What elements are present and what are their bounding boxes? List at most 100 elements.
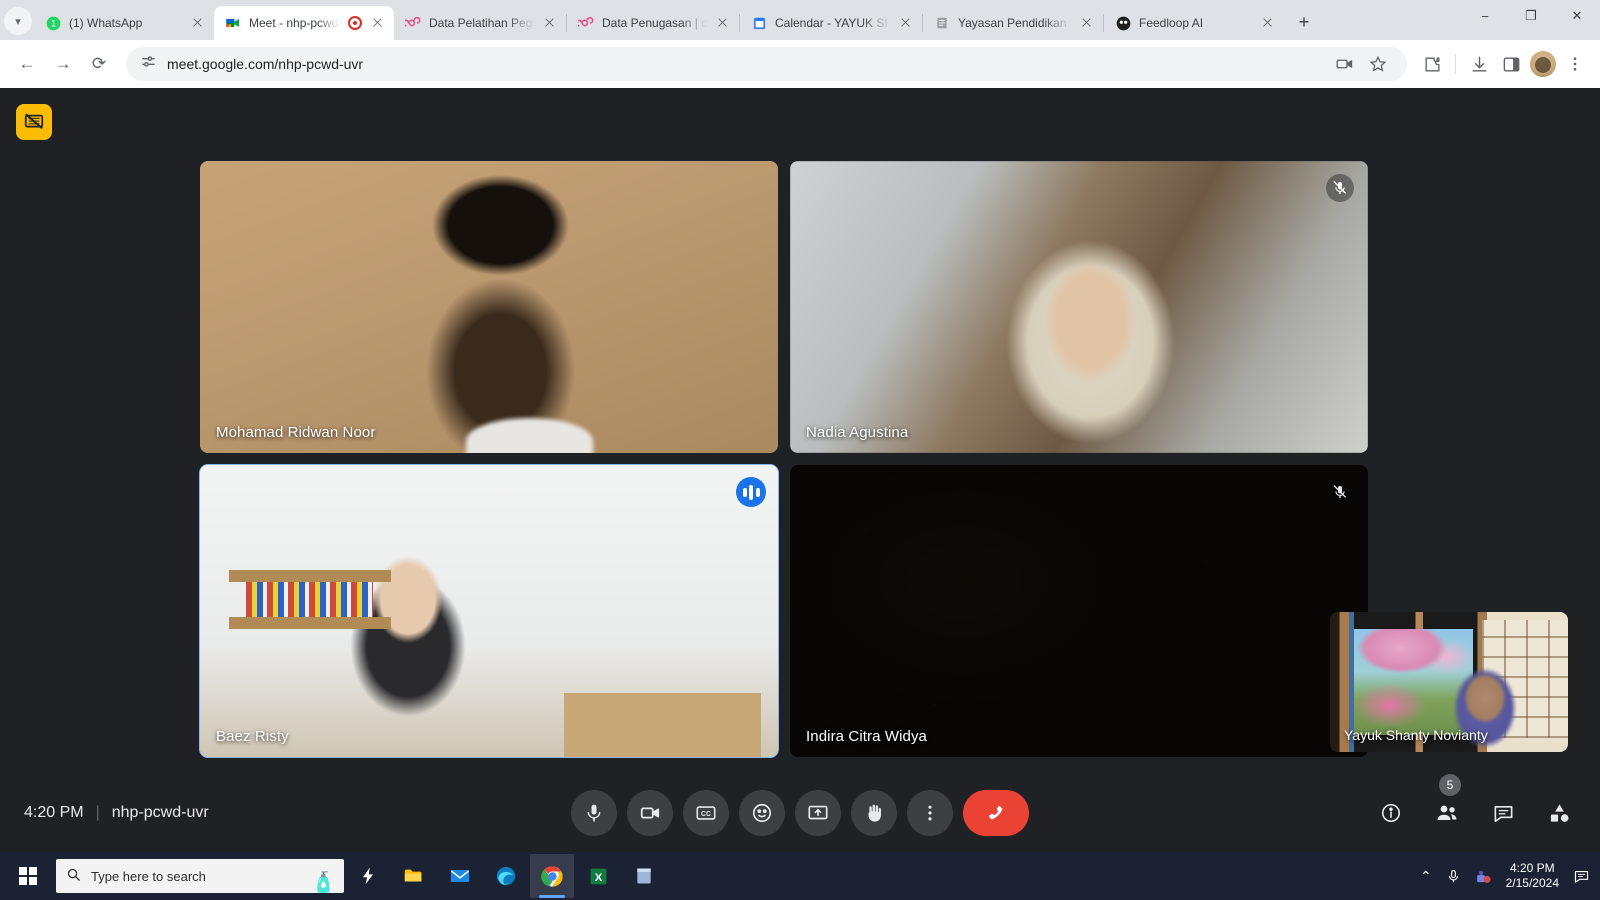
participant-video <box>200 161 778 453</box>
screencast-icon[interactable] <box>1329 49 1359 79</box>
participant-video <box>200 465 778 757</box>
participant-grid: Mohamad Ridwan Noor Nadia Agustina <box>200 161 1370 761</box>
svg-text:X: X <box>594 871 602 883</box>
mic-muted-icon <box>1326 174 1354 202</box>
participant-tile[interactable]: Baez Risty <box>200 465 778 757</box>
captions-button[interactable]: CC <box>683 790 729 836</box>
tray-chevron-up-icon[interactable]: ⌃ <box>1420 868 1432 885</box>
tab-search-chevron-down-icon[interactable]: ▾ <box>4 7 32 35</box>
microphone-button[interactable] <box>571 790 617 836</box>
tab-title: Data Penugasan | digi <box>602 16 707 30</box>
camera-button[interactable] <box>627 790 673 836</box>
activities-button[interactable] <box>1542 796 1576 830</box>
browser-tab-yayasan-pendidikan[interactable]: Yayasan Pendidikan T <box>923 6 1103 40</box>
side-panel-icon[interactable] <box>1496 49 1526 79</box>
self-view-tile[interactable]: Yayuk Shanty Novianty <box>1330 612 1568 752</box>
flash-app-icon[interactable] <box>346 854 390 898</box>
infinity-icon <box>405 15 421 31</box>
participant-name: Nadia Agustina <box>806 424 908 441</box>
meeting-details-button[interactable] <box>1374 796 1408 830</box>
system-tray: ⌃ 4:20 PM 2/15/2024 <box>1420 861 1596 891</box>
more-options-button[interactable] <box>907 790 953 836</box>
participant-name: Baez Risty <box>216 728 289 745</box>
svg-text:CC: CC <box>701 811 711 818</box>
reload-icon[interactable]: ⟳ <box>82 47 116 81</box>
address-bar[interactable]: meet.google.com/nhp-pcwd-uvr <box>126 47 1407 81</box>
microsoft-excel-icon[interactable]: X <box>576 854 620 898</box>
whatsapp-icon: 1 <box>45 15 61 31</box>
participant-tile[interactable]: Mohamad Ridwan Noor <box>200 161 778 453</box>
participant-video <box>790 161 1368 453</box>
file-explorer-icon[interactable] <box>392 854 436 898</box>
profile-avatar[interactable] <box>1528 49 1558 79</box>
notification-center-icon[interactable] <box>1573 868 1590 885</box>
browser-tab-feedloop-ai[interactable]: Feedloop AI <box>1104 6 1284 40</box>
clock-time: 4:20 PM <box>1510 861 1555 875</box>
participant-name: Indira Citra Widya <box>806 728 927 745</box>
tab-title: Calendar - YAYUK SH <box>775 16 890 30</box>
microsoft-edge-icon[interactable] <box>484 854 528 898</box>
star-bookmark-icon[interactable] <box>1363 49 1393 79</box>
participant-tile[interactable]: Indira Citra Widya <box>790 465 1368 757</box>
browser-tab-calendar[interactable]: Calendar - YAYUK SH <box>740 6 922 40</box>
file-window-icon[interactable] <box>622 854 666 898</box>
close-icon[interactable] <box>1079 15 1095 31</box>
mic-muted-icon <box>1326 478 1354 506</box>
maximize-window-button[interactable]: ❐ <box>1508 0 1554 32</box>
new-tab-button[interactable]: + <box>1290 8 1318 36</box>
tab-title: Data Pelatihan Pegawai <box>429 16 534 30</box>
participant-name: Mohamad Ridwan Noor <box>216 424 375 441</box>
browser-tab-whatsapp[interactable]: 1 (1) WhatsApp <box>34 6 214 40</box>
participant-video <box>790 465 1368 757</box>
browser-toolbar: ← → ⟳ meet.google.com/nhp-pcwd-uvr <box>0 40 1600 88</box>
close-icon[interactable] <box>898 15 914 31</box>
toolbar-divider <box>1455 54 1456 74</box>
minimize-window-button[interactable]: − <box>1462 0 1508 32</box>
tab-recording-indicator-icon[interactable] <box>348 16 362 30</box>
chat-button[interactable] <box>1486 796 1520 830</box>
self-view-name: Yayuk Shanty Novianty <box>1344 727 1488 743</box>
google-chrome-icon[interactable] <box>530 854 574 898</box>
participant-tile[interactable]: Nadia Agustina <box>790 161 1368 453</box>
browser-tab-data-pelatihan[interactable]: Data Pelatihan Pegawai <box>394 6 566 40</box>
meeting-info: 4:20 PM | nhp-pcwd-uvr <box>24 804 209 822</box>
participants-button[interactable]: 5 <box>1430 796 1464 830</box>
tab-title: Yayasan Pendidikan T <box>958 16 1071 30</box>
tab-title: Feedloop AI <box>1139 16 1252 30</box>
downloads-icon[interactable] <box>1464 49 1494 79</box>
presentation-blocked-icon[interactable] <box>16 104 52 140</box>
chrome-menu-icon[interactable] <box>1560 49 1590 79</box>
reactions-button[interactable] <box>739 790 785 836</box>
magnifier-icon <box>66 867 81 885</box>
window-controls: − ❐ ✕ <box>1462 0 1600 40</box>
close-icon[interactable] <box>190 15 206 31</box>
browser-tab-meet[interactable]: Meet - nhp-pcwd-uvr <box>214 6 394 40</box>
site-settings-tune-icon[interactable] <box>140 53 157 75</box>
mail-app-icon[interactable] <box>438 854 482 898</box>
mic-tray-icon[interactable] <box>1446 869 1461 884</box>
close-window-button[interactable]: ✕ <box>1554 0 1600 32</box>
meeting-code: nhp-pcwd-uvr <box>112 804 209 822</box>
back-icon[interactable]: ← <box>10 47 44 81</box>
taskbar-clock[interactable]: 4:20 PM 2/15/2024 <box>1506 861 1559 891</box>
microsoft-teams-icon[interactable] <box>1475 868 1492 885</box>
feedloop-icon <box>1115 15 1131 31</box>
taskbar-search-input[interactable]: Type here to search 🧴 <box>56 859 344 893</box>
close-icon[interactable] <box>370 15 386 31</box>
raise-hand-button[interactable] <box>851 790 897 836</box>
forward-icon[interactable]: → <box>46 47 80 81</box>
extensions-icon[interactable] <box>1417 49 1447 79</box>
meeting-time: 4:20 PM <box>24 804 84 822</box>
google-meet-icon <box>225 15 241 31</box>
close-icon[interactable] <box>1260 15 1276 31</box>
close-icon[interactable] <box>542 15 558 31</box>
tab-title: Meet - nhp-pcwd-uvr <box>249 16 340 30</box>
windows-start-icon[interactable] <box>4 852 52 900</box>
leave-call-button[interactable] <box>963 790 1029 836</box>
meet-right-controls: 5 <box>1374 796 1576 830</box>
tab-strip: ▾ 1 (1) WhatsApp Meet - nhp-pcwd-uvr <box>0 0 1600 40</box>
browser-tab-data-penugasan[interactable]: Data Penugasan | digi <box>567 6 739 40</box>
document-icon <box>934 15 950 31</box>
present-now-button[interactable] <box>795 790 841 836</box>
close-icon[interactable] <box>715 15 731 31</box>
